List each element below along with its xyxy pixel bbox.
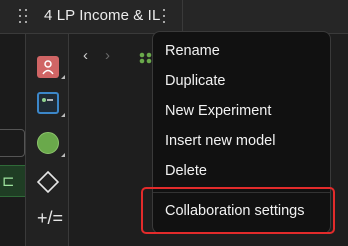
drag-handle-icon[interactable]	[19, 9, 29, 23]
table-tool-icon[interactable]	[37, 92, 59, 114]
person-tool-icon[interactable]	[37, 56, 59, 78]
tab-context-menu: Rename Duplicate New Experiment Insert n…	[152, 31, 331, 234]
connector-icon: ⊏	[2, 173, 15, 190]
tab-bar: 4 LP Income & IL	[0, 0, 348, 34]
back-arrow-icon[interactable]: ‹	[83, 47, 88, 64]
menu-item-insert-new-model[interactable]: Insert new model	[165, 133, 275, 149]
left-panel-selected-row[interactable]: ⊏	[0, 165, 25, 197]
formula-tool-icon[interactable]: +/=	[37, 207, 63, 229]
node-group-icon[interactable]	[139, 52, 153, 64]
menu-item-duplicate[interactable]: Duplicate	[165, 73, 225, 89]
model-tab[interactable]: 4 LP Income & IL	[0, 0, 183, 33]
left-panel: ⊏	[0, 34, 26, 246]
more-options-icon[interactable]	[161, 9, 167, 25]
menu-item-collaboration-settings[interactable]: Collaboration settings	[165, 203, 304, 219]
circle-tool-icon[interactable]	[37, 132, 59, 154]
menu-item-new-experiment[interactable]: New Experiment	[165, 103, 271, 119]
app-window: 4 LP Income & IL ⊏ +/= ‹ › Rename Duplic…	[0, 0, 348, 246]
left-panel-field[interactable]	[0, 129, 25, 157]
menu-divider	[153, 192, 330, 193]
expand-corner-icon	[61, 75, 65, 79]
expand-corner-icon	[61, 113, 65, 117]
diamond-tool-icon[interactable]	[36, 170, 60, 194]
tools-palette: +/=	[26, 34, 69, 246]
forward-arrow-icon[interactable]: ›	[105, 47, 110, 64]
tab-title: 4 LP Income & IL	[44, 7, 161, 24]
menu-item-delete[interactable]: Delete	[165, 163, 207, 179]
expand-corner-icon	[61, 153, 65, 157]
menu-item-rename[interactable]: Rename	[165, 43, 220, 59]
